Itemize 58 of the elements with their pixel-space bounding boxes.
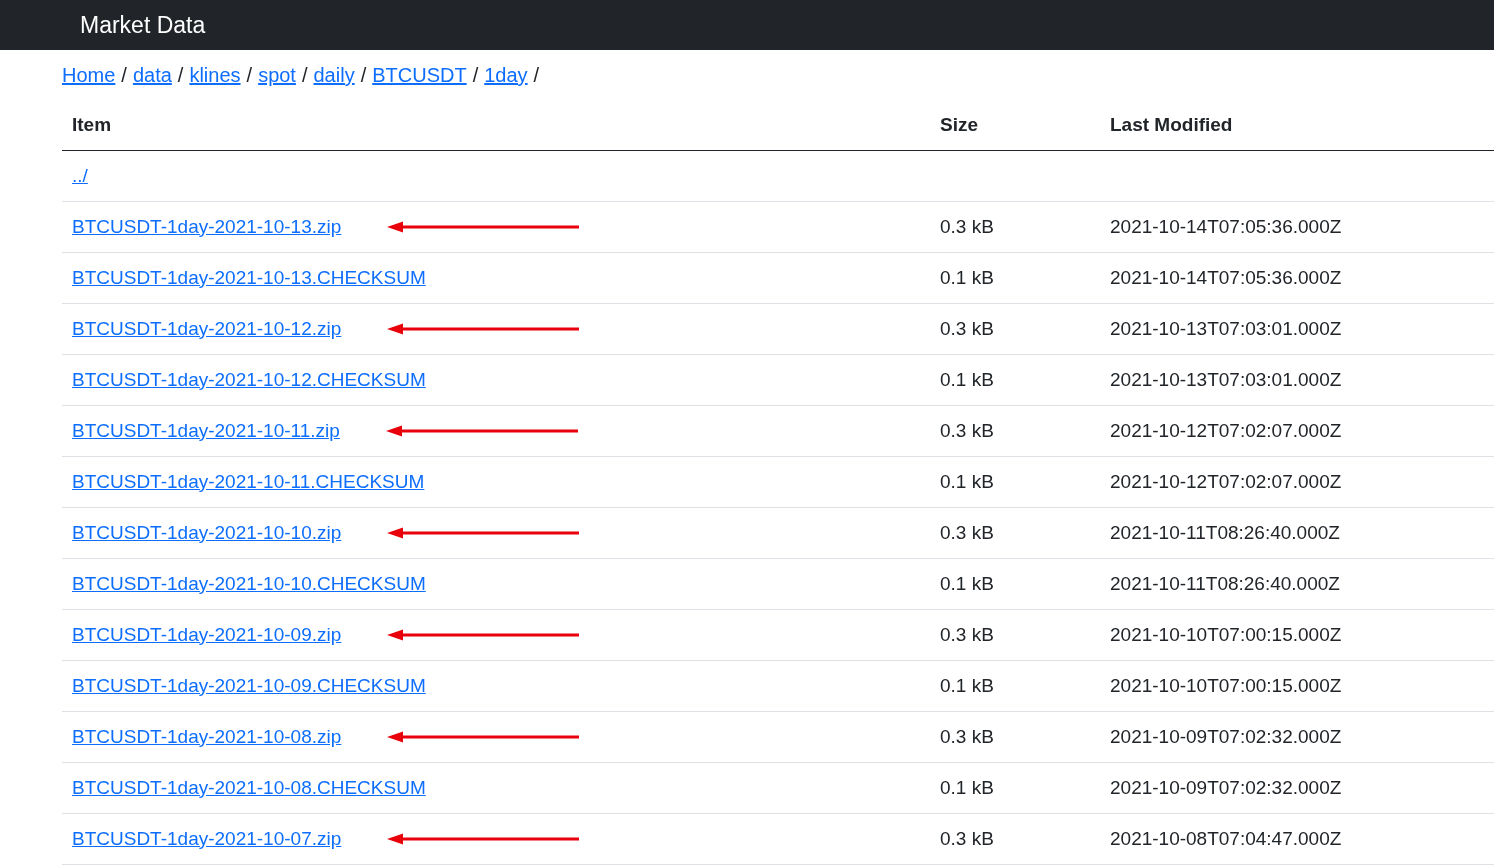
breadcrumb-separator: / — [121, 63, 127, 88]
file-link[interactable]: BTCUSDT-1day-2021-10-07.zip — [72, 824, 342, 854]
size-cell: 0.3 kB — [940, 521, 994, 543]
file-link[interactable]: BTCUSDT-1day-2021-10-10.CHECKSUM — [72, 569, 426, 599]
file-link[interactable]: BTCUSDT-1day-2021-10-12.zip — [72, 314, 342, 344]
modified-cell: 2021-10-10T07:00:15.000Z — [1110, 674, 1342, 696]
file-link[interactable]: BTCUSDT-1day-2021-10-13.CHECKSUM — [72, 263, 426, 293]
file-link[interactable]: BTCUSDT-1day-2021-10-09.zip — [72, 620, 342, 650]
file-link[interactable]: BTCUSDT-1day-2021-10-13.zip — [72, 212, 342, 242]
modified-cell: 2021-10-13T07:03:01.000Z — [1110, 368, 1342, 390]
breadcrumb-link[interactable]: data — [132, 60, 172, 90]
modified-cell: 2021-10-09T07:02:32.000Z — [1110, 725, 1342, 747]
size-cell: 0.1 kB — [940, 572, 994, 594]
column-header: Last Modified — [1109, 112, 1234, 137]
breadcrumb-link[interactable]: BTCUSDT — [372, 60, 467, 90]
file-link[interactable]: BTCUSDT-1day-2021-10-09.CHECKSUM — [72, 671, 426, 701]
size-cell: 0.3 kB — [940, 827, 994, 849]
breadcrumb-separator: / — [533, 63, 540, 88]
file-link[interactable]: BTCUSDT-1day-2021-10-10.zip — [72, 518, 342, 548]
size-cell: 0.3 kB — [940, 215, 994, 237]
column-header: Item — [71, 112, 113, 137]
size-cell: 0.1 kB — [940, 470, 994, 492]
size-cell: 0.3 kB — [940, 317, 994, 339]
file-link[interactable]: BTCUSDT-1day-2021-10-08.zip — [72, 722, 342, 752]
modified-cell: 2021-10-11T08:26:40.000Z — [1110, 521, 1340, 543]
breadcrumb-separator: / — [472, 63, 479, 88]
breadcrumb-link[interactable]: spot — [258, 60, 296, 90]
file-link[interactable]: BTCUSDT-1day-2021-10-11.zip — [72, 416, 340, 446]
breadcrumb-separator: / — [246, 63, 253, 88]
breadcrumb-link[interactable]: 1day — [484, 60, 528, 90]
size-cell: 0.1 kB — [940, 368, 994, 390]
file-link[interactable]: BTCUSDT-1day-2021-10-08.CHECKSUM — [72, 773, 426, 803]
breadcrumb-separator: / — [177, 63, 184, 88]
modified-cell: 2021-10-12T07:02:07.000Z — [1110, 470, 1342, 492]
size-cell: 0.3 kB — [940, 725, 994, 747]
size-cell: 0.3 kB — [940, 623, 994, 645]
size-cell: 0.1 kB — [940, 776, 994, 798]
modified-cell: 2021-10-14T07:05:36.000Z — [1110, 266, 1342, 288]
modified-cell: 2021-10-14T07:05:36.000Z — [1110, 215, 1342, 237]
modified-cell: 2021-10-11T08:26:40.000Z — [1110, 572, 1340, 594]
file-link[interactable]: BTCUSDT-1day-2021-10-12.CHECKSUM — [72, 365, 426, 395]
breadcrumb-separator: / — [360, 63, 367, 88]
breadcrumb-link[interactable]: daily — [313, 60, 355, 90]
site-title: Market Data — [80, 10, 206, 40]
file-link[interactable]: ../ — [72, 161, 88, 191]
file-link[interactable]: BTCUSDT-1day-2021-10-11.CHECKSUM — [72, 467, 425, 497]
size-cell: 0.1 kB — [940, 674, 994, 696]
column-header: Size — [939, 112, 980, 137]
size-cell: 0.1 kB — [940, 266, 994, 288]
modified-cell: 2021-10-10T07:00:15.000Z — [1110, 623, 1342, 645]
size-cell: 0.3 kB — [940, 419, 994, 441]
breadcrumb-link[interactable]: Home — [62, 60, 116, 90]
modified-cell: 2021-10-12T07:02:07.000Z — [1110, 419, 1342, 441]
modified-cell: 2021-10-13T07:03:01.000Z — [1110, 317, 1342, 339]
breadcrumb-separator: / — [301, 63, 308, 88]
modified-cell: 2021-10-09T07:02:32.000Z — [1110, 776, 1342, 798]
breadcrumb-link[interactable]: klines — [189, 60, 241, 90]
modified-cell: 2021-10-08T07:04:47.000Z — [1110, 827, 1342, 849]
